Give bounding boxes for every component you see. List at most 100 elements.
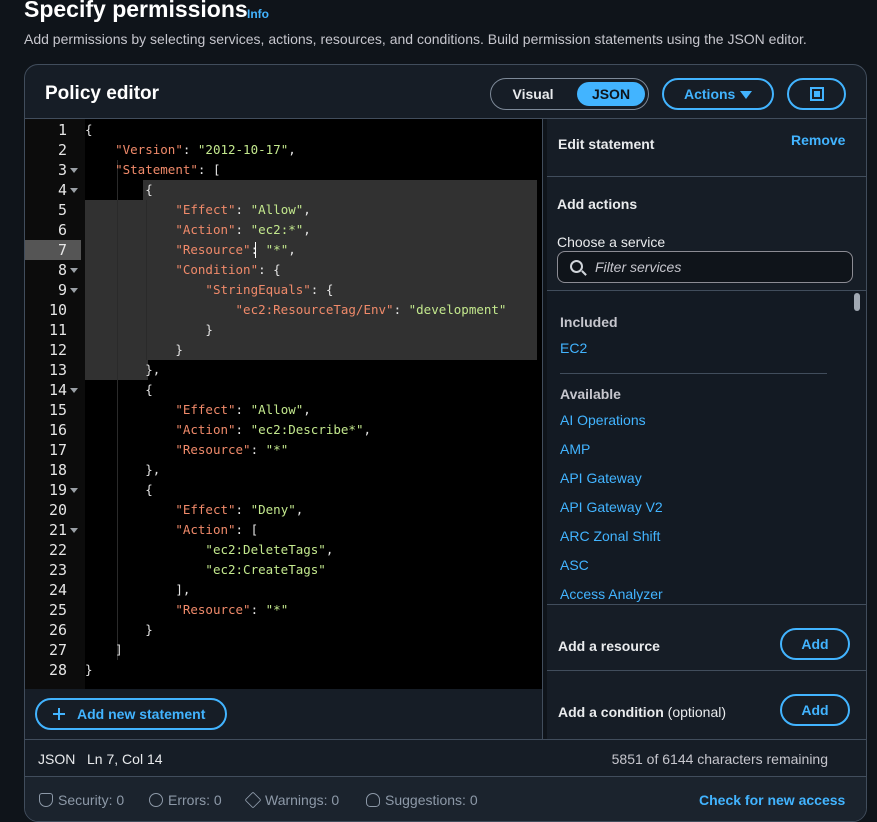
json-mode-button[interactable]: JSON xyxy=(577,82,645,106)
cursor-position: JSON Ln 7, Col 14 xyxy=(38,751,163,767)
line-number: 25 xyxy=(48,601,67,619)
line-number: 4 xyxy=(57,181,67,199)
service-item[interactable]: ASC xyxy=(560,557,589,573)
code-line-2: "Version": "2012-10-17", xyxy=(115,142,296,157)
filter-services-input[interactable]: Filter services xyxy=(557,251,853,283)
code-line-6: "Action": "ec2:*", xyxy=(175,222,311,237)
service-item[interactable]: Access Analyzer xyxy=(560,586,663,602)
add-condition-button[interactable]: Add xyxy=(780,694,850,726)
line-number: 8 xyxy=(57,261,67,279)
service-item[interactable]: AI Operations xyxy=(560,412,646,428)
line-number: 16 xyxy=(48,421,67,439)
service-list[interactable]: Included EC2 Available AI Operations AMP… xyxy=(547,290,866,604)
code-line-20: "Effect": "Deny", xyxy=(175,502,304,517)
filter-placeholder: Filter services xyxy=(595,259,682,275)
service-item[interactable]: API Gateway xyxy=(560,470,642,486)
code-line-4: { xyxy=(145,182,153,197)
fold-arrow-icon[interactable] xyxy=(70,288,78,293)
fold-arrow-icon[interactable] xyxy=(70,168,78,173)
service-item[interactable]: API Gateway V2 xyxy=(560,499,663,515)
security-count[interactable]: Security: 0 xyxy=(58,792,124,808)
line-number: 22 xyxy=(48,541,67,559)
line-number: 26 xyxy=(48,621,67,639)
code-line-14: { xyxy=(145,382,153,397)
service-item[interactable]: AMP xyxy=(560,441,590,457)
line-number: 13 xyxy=(48,361,67,379)
divider xyxy=(547,176,866,177)
divider xyxy=(547,604,866,605)
remove-statement-link[interactable]: Remove xyxy=(791,132,845,148)
warning-icon xyxy=(244,791,262,809)
code-line-9: "StringEquals": { xyxy=(205,282,334,297)
add-new-statement-button[interactable]: Add new statement xyxy=(35,698,227,730)
line-number: 10 xyxy=(48,301,67,319)
code-line-1: { xyxy=(85,122,93,137)
line-number: 24 xyxy=(48,581,67,599)
editor-mode-label: JSON xyxy=(38,751,76,767)
service-item-ec2[interactable]: EC2 xyxy=(560,340,587,356)
actions-dropdown-button[interactable]: Actions xyxy=(662,78,774,110)
code-line-19: { xyxy=(145,482,153,497)
code-line-11: } xyxy=(205,322,213,337)
visual-mode-button[interactable]: Visual xyxy=(491,79,575,109)
error-icon xyxy=(149,793,163,807)
code-line-17: "Resource": "*" xyxy=(175,442,289,457)
edit-statement-panel: Edit statement Remove Add actions Choose… xyxy=(547,119,866,739)
info-link[interactable]: Info xyxy=(247,7,269,21)
code-line-21: "Action": [ xyxy=(175,522,259,537)
line-number: 21 xyxy=(48,521,67,539)
line-number: 5 xyxy=(57,201,67,219)
code-line-23: "ec2:CreateTags" xyxy=(205,562,326,577)
fold-arrow-icon[interactable] xyxy=(70,528,78,533)
line-number: 18 xyxy=(48,461,67,479)
code-line-22: "ec2:DeleteTags", xyxy=(205,542,334,557)
line-col-label: Ln 7, Col 14 xyxy=(87,751,163,767)
json-code-editor[interactable]: 1 2 3 4 5 6 7 8 9 10 11 12 13 14 15 16 17 18 19 20 21 22 23 24 2… xyxy=(25,119,542,689)
scrollbar-thumb[interactable] xyxy=(854,293,860,311)
add-resource-button[interactable]: Add xyxy=(780,628,850,660)
check-new-access-button[interactable]: Check for new access xyxy=(699,792,845,808)
line-number: 1 xyxy=(57,121,67,139)
text-cursor xyxy=(255,242,256,258)
fullscreen-button[interactable] xyxy=(787,78,846,110)
code-line-15: "Effect": "Allow", xyxy=(175,402,311,417)
line-number: 23 xyxy=(48,561,67,579)
code-line-16: "Action": "ec2:Describe*", xyxy=(175,422,372,437)
code-line-5: "Effect": "Allow", xyxy=(175,202,311,217)
code-line-25: "Resource": "*" xyxy=(175,602,289,617)
line-number: 28 xyxy=(48,661,67,679)
code-line-27: ] xyxy=(115,642,123,657)
line-number: 3 xyxy=(57,161,67,179)
errors-count[interactable]: Errors: 0 xyxy=(168,792,222,808)
code-line-3: "Statement": [ xyxy=(115,162,221,177)
validation-footer: Security: 0 Errors: 0 Warnings: 0 Sugges… xyxy=(25,777,866,821)
fold-arrow-icon[interactable] xyxy=(70,188,78,193)
line-number: 2 xyxy=(57,141,67,159)
add-actions-heading: Add actions xyxy=(557,196,638,212)
code-line-13: }, xyxy=(145,362,161,377)
scrollbar-track[interactable] xyxy=(853,291,862,604)
search-icon xyxy=(570,260,583,273)
page-title: Specify permissions xyxy=(24,0,248,22)
fold-arrow-icon[interactable] xyxy=(70,388,78,393)
divider xyxy=(560,373,827,374)
warnings-count[interactable]: Warnings: 0 xyxy=(265,792,339,808)
included-group-label: Included xyxy=(560,314,618,330)
edit-statement-heading: Edit statement xyxy=(558,136,655,152)
add-condition-text: Add a condition xyxy=(558,704,664,720)
line-number: 15 xyxy=(48,401,67,419)
code-line-12: } xyxy=(175,342,183,357)
service-item[interactable]: ARC Zonal Shift xyxy=(560,528,660,544)
fold-arrow-icon[interactable] xyxy=(70,488,78,493)
line-number: 12 xyxy=(48,341,67,359)
selection-highlight xyxy=(143,180,537,200)
fold-arrow-icon[interactable] xyxy=(70,268,78,273)
line-number: 11 xyxy=(48,321,67,339)
line-number: 20 xyxy=(48,501,67,519)
available-group-label: Available xyxy=(560,386,621,402)
suggestions-count[interactable]: Suggestions: 0 xyxy=(385,792,478,808)
lightbulb-icon xyxy=(366,793,380,807)
line-number: 19 xyxy=(48,481,67,499)
shield-icon xyxy=(39,793,53,807)
caret-down-icon xyxy=(740,91,752,99)
